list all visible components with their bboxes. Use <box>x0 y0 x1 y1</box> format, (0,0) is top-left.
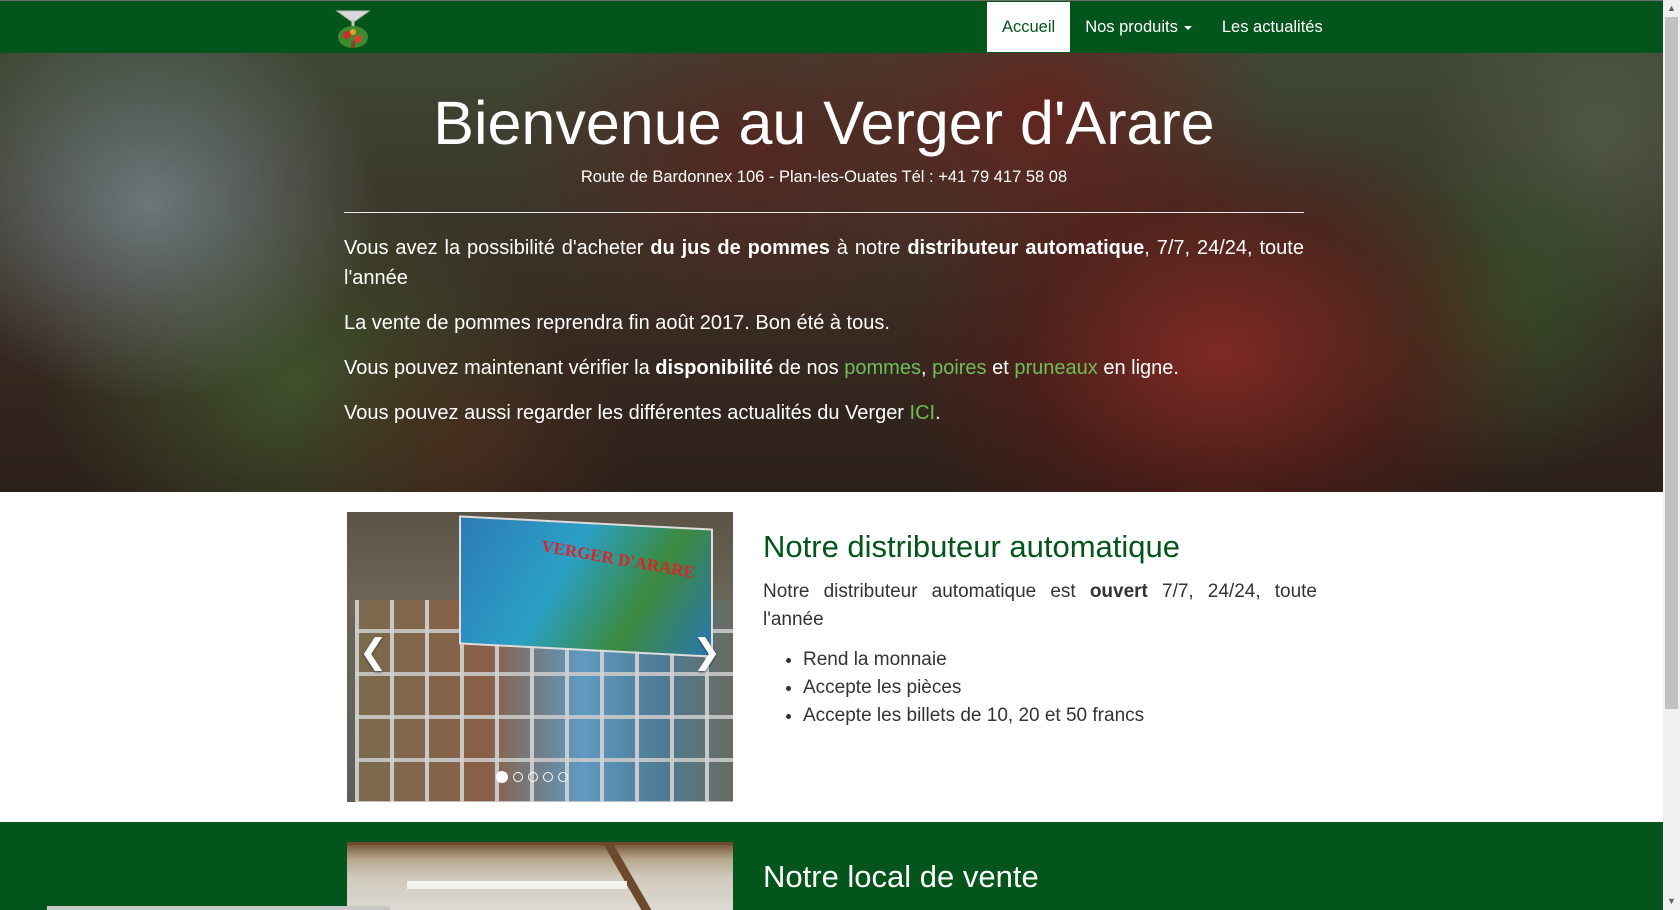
bold-text: du jus de pommes <box>650 237 830 259</box>
hero-paragraph-news: Vous pouvez aussi regarder les différent… <box>344 398 1304 428</box>
link-pommes[interactable]: pommes <box>844 357 921 379</box>
distributor-carousel[interactable]: VERGER D'ARARE ❮ ❯ <box>347 512 733 802</box>
text: Vous pouvez maintenant vérifier la <box>344 357 656 379</box>
sales-room-image <box>347 842 733 910</box>
nav-menu: Accueil Nos produits Les actualités <box>987 2 1338 52</box>
list-item: Accepte les billets de 10, 20 et 50 fran… <box>803 702 1317 730</box>
text: à notre <box>829 237 908 259</box>
vending-banner-image: VERGER D'ARARE <box>459 515 713 658</box>
link-poires[interactable]: poires <box>932 357 986 379</box>
text: Notre distributeur automatique est <box>763 581 1090 602</box>
nav-actualites[interactable]: Les actualités <box>1207 2 1338 52</box>
hero-text: Vous avez la possibilité d'acheter du ju… <box>344 233 1304 443</box>
address-phone: Route de Bardonnex 106 - Plan-les-Ouates… <box>580 168 1068 186</box>
horizontal-scrollbar[interactable] <box>47 906 390 910</box>
bold-text: distributeur automatique <box>907 237 1145 259</box>
page-title: Bienvenue au Verger d'Arare <box>433 89 1215 157</box>
text: , <box>920 357 933 379</box>
text: de nos <box>773 357 845 379</box>
text: . <box>935 402 941 424</box>
hero-content: Bienvenue au Verger d'Arare Route de Bar… <box>344 53 1304 492</box>
page: Accueil Nos produits Les actualités Bien… <box>0 0 1663 910</box>
bold-text: disponibilité <box>655 357 774 379</box>
sales-room-section: Notre local de vente <box>0 822 1663 910</box>
carousel-indicator-1[interactable] <box>496 771 508 783</box>
carousel-indicator-2[interactable] <box>513 772 523 782</box>
scroll-up-arrow-icon[interactable]: ▲ <box>1663 0 1680 17</box>
carousel-indicator-3[interactable] <box>528 772 538 782</box>
chevron-left-icon[interactable]: ❮ <box>359 632 388 672</box>
hero-section: Bienvenue au Verger d'Arare Route de Bar… <box>0 53 1663 492</box>
chevron-right-icon[interactable]: ❯ <box>693 632 722 672</box>
link-ici[interactable]: ICI <box>910 402 936 424</box>
distributor-description: Notre distributeur automatique est ouver… <box>763 578 1317 634</box>
distributor-info: Notre distributeur automatique Notre dis… <box>763 528 1317 730</box>
nav-actualites-label: Les actualités <box>1221 18 1323 36</box>
sales-room-title: Notre local de vente <box>763 859 1039 894</box>
carousel-indicators <box>496 771 568 783</box>
orchard-logo-icon[interactable] <box>333 5 373 51</box>
nav-nos-produits-dropdown[interactable]: Nos produits <box>1070 2 1207 52</box>
hero-paragraph-availability: Vous pouvez maintenant vérifier la dispo… <box>344 353 1304 383</box>
carousel-indicator-4[interactable] <box>543 772 553 782</box>
divider <box>344 212 1304 213</box>
distributor-title: Notre distributeur automatique <box>763 529 1181 564</box>
hero-paragraph-sale: La vente de pommes reprendra fin août 20… <box>344 312 890 334</box>
carousel-indicator-5[interactable] <box>558 772 568 782</box>
text: Vous pouvez aussi regarder les différent… <box>344 402 910 424</box>
distributor-features: Rend la monnaie Accepte les pièces Accep… <box>763 646 1317 730</box>
vertical-scrollbar[interactable]: ▲ ▼ <box>1663 0 1680 910</box>
banner-text: VERGER D'ARARE <box>540 536 697 582</box>
bold-text: ouvert <box>1089 581 1148 602</box>
list-item: Accepte les pièces <box>803 674 1317 702</box>
text: et <box>986 357 1015 379</box>
nav-accueil[interactable]: Accueil <box>987 2 1071 52</box>
scroll-down-arrow-icon[interactable]: ▼ <box>1663 893 1680 910</box>
list-item: Rend la monnaie <box>803 646 1317 674</box>
caret-down-icon <box>1183 25 1192 30</box>
text: Vous avez la possibilité d'acheter <box>344 237 651 259</box>
hero-paragraph-juice: Vous avez la possibilité d'acheter du ju… <box>344 233 1304 293</box>
distributor-section: VERGER D'ARARE ❮ ❯ Notre distributeur au… <box>0 492 1663 822</box>
link-pruneaux[interactable]: pruneaux <box>1014 357 1097 379</box>
text: en ligne. <box>1097 357 1179 379</box>
nav-accueil-label: Accueil <box>1002 18 1056 36</box>
navbar: Accueil Nos produits Les actualités <box>0 0 1663 53</box>
scrollbar-thumb[interactable] <box>1665 17 1678 709</box>
nav-nos-produits-label: Nos produits <box>1085 18 1178 36</box>
